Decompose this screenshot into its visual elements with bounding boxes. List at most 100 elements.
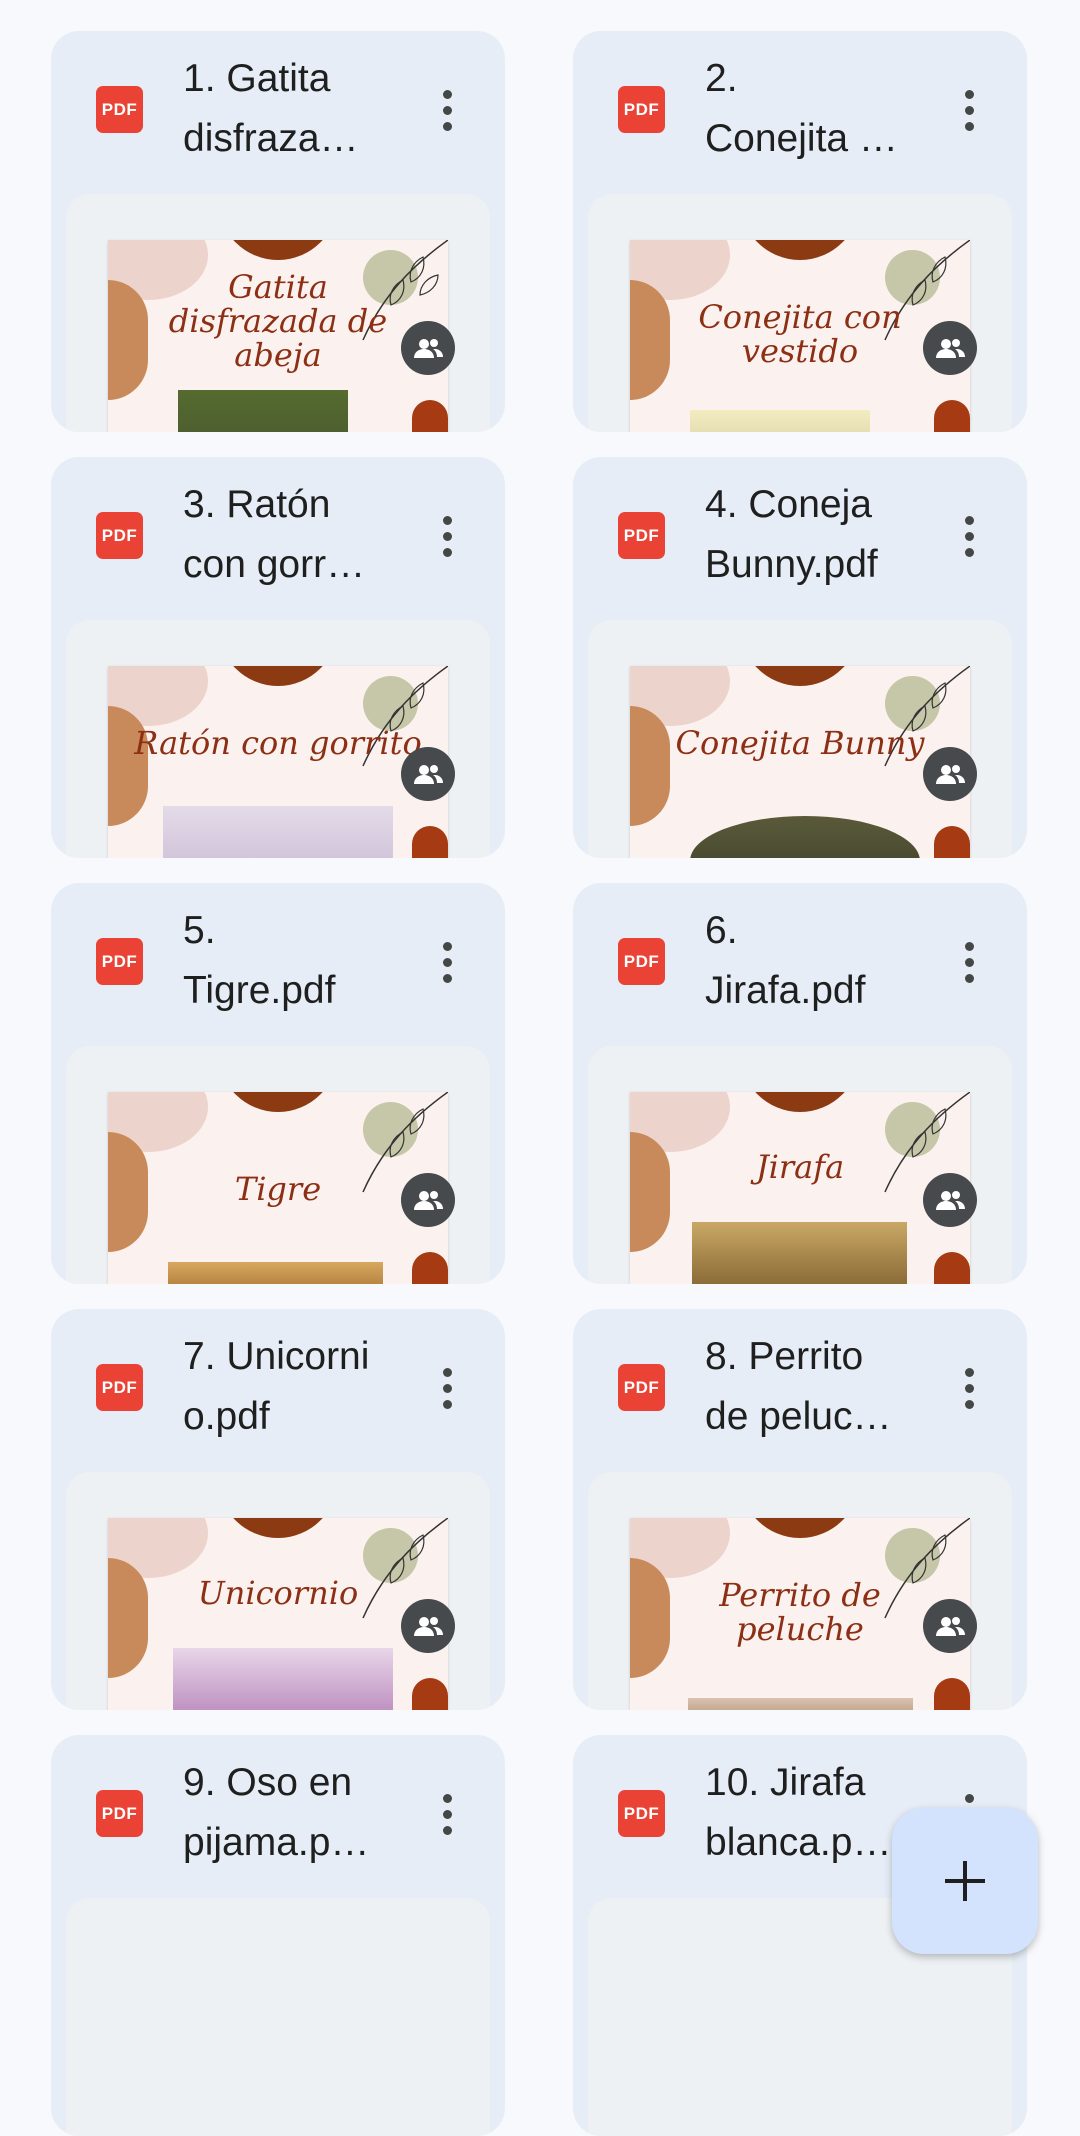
decor-red <box>934 1678 970 1710</box>
shared-users-icon <box>923 1173 977 1227</box>
file-thumbnail[interactable] <box>66 1898 490 2136</box>
thumbnail-photo <box>690 816 920 858</box>
file-card-header: PDF 4. Coneja Bunny.pdf <box>573 457 1027 617</box>
file-card[interactable]: PDF 6. Jirafa.pdf Jirafa <box>573 883 1027 1284</box>
decor-brown <box>108 1132 148 1252</box>
decor-top <box>218 240 338 260</box>
pdf-icon: PDF <box>96 86 143 133</box>
pdf-icon: PDF <box>96 1790 143 1837</box>
file-name: 2. Conejita … <box>705 57 898 160</box>
file-card[interactable]: PDF 4. Coneja Bunny.pdf Conejita Bunny <box>573 457 1027 858</box>
decor-top <box>218 1092 338 1112</box>
pdf-icon: PDF <box>618 512 665 559</box>
file-card[interactable]: PDF 5. Tigre.pdf Tigre <box>51 883 505 1284</box>
file-name: 5. Tigre.pdf <box>183 909 336 1012</box>
more-options-icon[interactable] <box>423 938 471 986</box>
decor-brown <box>630 1558 670 1678</box>
thumbnail-page: Jirafa <box>630 1092 970 1284</box>
more-options-icon[interactable] <box>423 1364 471 1412</box>
decor-brown <box>108 1558 148 1678</box>
file-card-header: PDF 9. Oso en pijama.p… <box>51 1735 505 1895</box>
file-thumbnail[interactable]: Gatita disfrazada de abeja <box>66 194 490 432</box>
decor-red <box>412 400 448 432</box>
thumbnail-title: Tigre <box>234 1170 322 1208</box>
shared-users-icon <box>923 747 977 801</box>
pdf-icon: PDF <box>96 512 143 559</box>
file-thumbnail[interactable]: Unicornio <box>66 1472 490 1710</box>
plus-icon <box>945 1861 985 1901</box>
pdf-icon: PDF <box>96 1364 143 1411</box>
shared-users-icon <box>401 321 455 375</box>
file-card-header: PDF 7. Unicorni o.pdf <box>51 1309 505 1469</box>
shared-users-icon <box>401 747 455 801</box>
thumbnail-page: Conejita con vestido <box>630 240 970 432</box>
file-card[interactable]: PDF 7. Unicorni o.pdf Unicornio <box>51 1309 505 1710</box>
file-card-header: PDF 8. Perrito de peluc… <box>573 1309 1027 1469</box>
decor-red <box>934 826 970 858</box>
file-card-header: PDF 3. Ratón con gorr… <box>51 457 505 617</box>
file-name: 8. Perrito de peluc… <box>705 1335 892 1438</box>
shared-users-icon <box>923 1599 977 1653</box>
decor-top <box>218 1518 338 1538</box>
decor-top <box>740 1518 860 1538</box>
file-card[interactable]: PDF 2. Conejita … Conejita con vestido <box>573 31 1027 432</box>
file-name: 3. Ratón con gorr… <box>183 483 366 586</box>
thumbnail-photo <box>690 410 870 432</box>
thumbnail-title: Conejita Bunny <box>675 724 925 762</box>
thumbnail-title: Gatita disfrazada de abeja <box>168 268 388 374</box>
more-options-icon[interactable] <box>945 1364 993 1412</box>
decor-red <box>412 826 448 858</box>
thumbnail-page: Perrito de peluche <box>630 1518 970 1710</box>
file-thumbnail[interactable]: Conejita con vestido <box>588 194 1012 432</box>
file-thumbnail[interactable]: Conejita Bunny <box>588 620 1012 858</box>
more-options-icon[interactable] <box>945 938 993 986</box>
pdf-icon: PDF <box>618 938 665 985</box>
more-options-icon[interactable] <box>945 512 993 560</box>
file-card[interactable]: PDF 3. Ratón con gorr… Ratón con gorrito <box>51 457 505 858</box>
decor-red <box>412 1678 448 1710</box>
thumbnail-page: Ratón con gorrito <box>108 666 448 858</box>
file-name: 10. Jirafa blanca.p… <box>705 1761 892 1864</box>
file-card-header: PDF 2. Conejita … <box>573 31 1027 191</box>
thumbnail-title: Perrito de peluche <box>719 1576 881 1648</box>
file-card[interactable]: PDF 1. Gatita disfraza… Gatita disfrazad… <box>51 31 505 432</box>
file-name: 1. Gatita disfraza… <box>183 57 359 160</box>
thumbnail-photo <box>692 1222 907 1284</box>
decor-top <box>218 666 338 686</box>
file-card-header: PDF 1. Gatita disfraza… <box>51 31 505 191</box>
file-name: 9. Oso en pijama.p… <box>183 1761 370 1864</box>
thumbnail-photo <box>163 806 393 858</box>
pdf-icon: PDF <box>618 1364 665 1411</box>
more-options-icon[interactable] <box>423 1790 471 1838</box>
file-name: 6. Jirafa.pdf <box>705 909 866 1012</box>
decor-red <box>412 1252 448 1284</box>
thumbnail-page: Tigre <box>108 1092 448 1284</box>
thumbnail-title: Conejita con vestido <box>698 298 902 370</box>
shared-users-icon <box>401 1173 455 1227</box>
file-card[interactable]: PDF 8. Perrito de peluc… Perrito de pelu… <box>573 1309 1027 1710</box>
pdf-icon: PDF <box>618 1790 665 1837</box>
pdf-icon: PDF <box>96 938 143 985</box>
file-card-header: PDF 5. Tigre.pdf <box>51 883 505 1043</box>
thumbnail-photo <box>178 390 348 432</box>
decor-brown <box>108 280 148 400</box>
decor-brown <box>630 1132 670 1252</box>
create-new-button[interactable] <box>892 1808 1038 1954</box>
thumbnail-title: Jirafa <box>755 1148 845 1186</box>
thumbnail-page: Unicornio <box>108 1518 448 1710</box>
decor-red <box>934 400 970 432</box>
more-options-icon[interactable] <box>423 86 471 134</box>
file-thumbnail[interactable]: Jirafa <box>588 1046 1012 1284</box>
more-options-icon[interactable] <box>423 512 471 560</box>
shared-users-icon <box>401 1599 455 1653</box>
decor-brown <box>630 280 670 400</box>
more-options-icon[interactable] <box>945 86 993 134</box>
decor-top <box>740 1092 860 1112</box>
file-thumbnail[interactable]: Perrito de peluche <box>588 1472 1012 1710</box>
file-thumbnail[interactable]: Ratón con gorrito <box>66 620 490 858</box>
decor-top <box>740 666 860 686</box>
decor-brown <box>630 706 670 826</box>
shared-users-icon <box>923 321 977 375</box>
file-card[interactable]: PDF 9. Oso en pijama.p… <box>51 1735 505 2136</box>
file-thumbnail[interactable]: Tigre <box>66 1046 490 1284</box>
